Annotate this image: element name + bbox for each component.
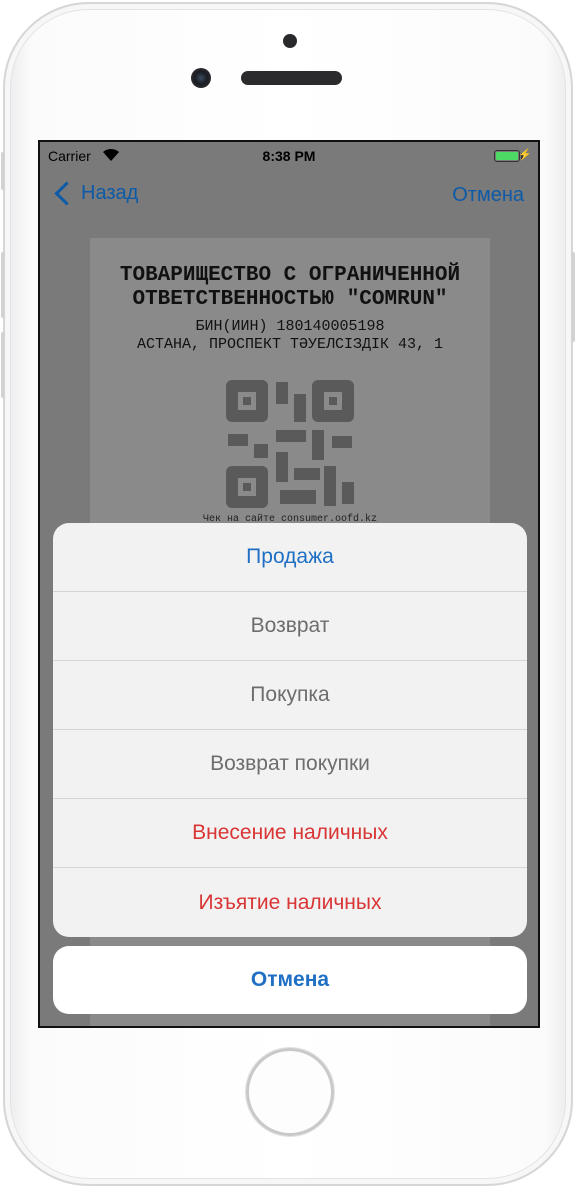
back-button[interactable]: Назад xyxy=(52,181,139,206)
receipt-address: АСТАНА, ПРОСПЕКТ ТӘУЕЛСІЗДІК 43, 1 xyxy=(136,336,444,353)
volume-down-button xyxy=(1,332,5,398)
action-cash-deposit[interactable]: Внесение наличных xyxy=(53,799,527,868)
action-sheet-cancel-button[interactable]: Отмена xyxy=(53,946,527,1014)
front-camera-icon xyxy=(191,68,211,88)
action-purchase-return[interactable]: Возврат покупки xyxy=(53,730,527,799)
receipt-bin: БИН(ИИН) 180140005198 xyxy=(195,318,385,335)
status-bar: Carrier 8:38 PM ⚡ xyxy=(40,142,538,172)
charging-bolt-icon: ⚡ xyxy=(518,149,532,161)
action-sheet: Продажа Возврат Покупка Возврат покупки … xyxy=(53,523,527,937)
action-purchase[interactable]: Покупка xyxy=(53,661,527,730)
action-cash-withdrawal[interactable]: Изъятие наличных xyxy=(53,868,527,937)
battery-charging-icon xyxy=(494,150,520,162)
navigation-bar: Назад Отмена xyxy=(40,172,538,218)
status-time: 8:38 PM xyxy=(262,148,316,164)
screen: Carrier 8:38 PM ⚡ Назад Отмена ТОВАРИЩЕС… xyxy=(38,140,540,1028)
receipt-title-line2: ОТВЕТСТВЕННОСТЬЮ "COMRUN" xyxy=(132,288,448,311)
nav-cancel-button[interactable]: Отмена xyxy=(452,184,524,207)
receipt-title-line1: ТОВАРИЩЕСТВО С ОГРАНИЧЕННОЙ xyxy=(119,264,461,287)
phone-frame: Carrier 8:38 PM ⚡ Назад Отмена ТОВАРИЩЕС… xyxy=(1,2,575,1186)
home-button[interactable] xyxy=(246,1048,334,1136)
volume-up-button xyxy=(1,252,5,318)
qr-code-icon xyxy=(224,378,356,510)
front-sensor xyxy=(283,34,297,48)
chevron-left-icon xyxy=(54,181,79,206)
mute-switch xyxy=(1,152,5,190)
back-label: Назад xyxy=(81,182,139,204)
receipt-company-name: ТОВАРИЩЕСТВО С ОГРАНИЧЕННОЙ ОТВЕТСТВЕННО… xyxy=(90,264,490,312)
earpiece-speaker xyxy=(241,71,342,85)
action-sale[interactable]: Продажа xyxy=(53,523,527,592)
power-button xyxy=(571,252,575,342)
action-return[interactable]: Возврат xyxy=(53,592,527,661)
